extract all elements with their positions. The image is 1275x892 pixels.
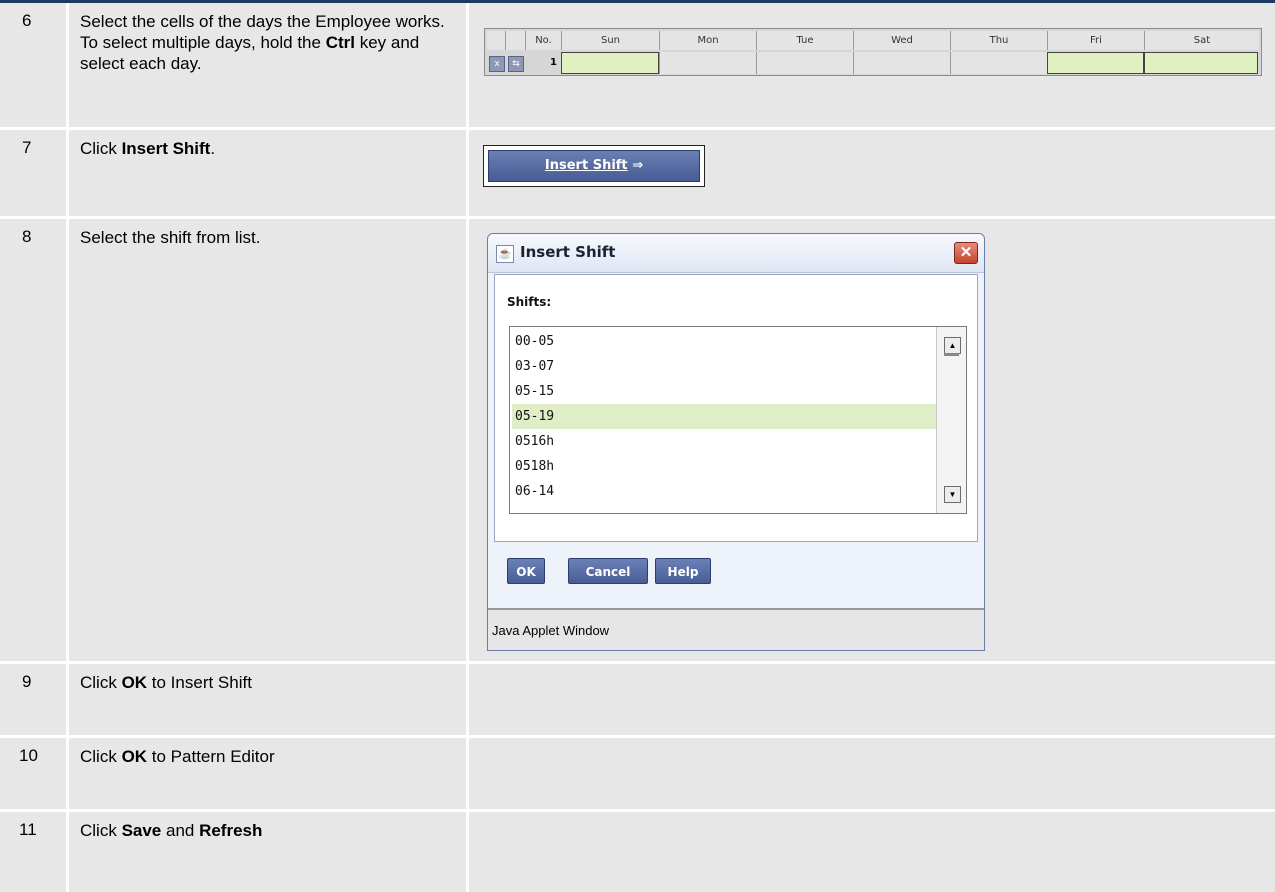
pattern-grid: No. Sun Mon Tue Wed Thu Fri Sat x ⇆ 1 bbox=[484, 28, 1262, 76]
list-item-selected[interactable]: 05-19 bbox=[512, 404, 938, 429]
step-number: 6 bbox=[22, 11, 32, 30]
list-item[interactable]: 05-15 bbox=[512, 379, 938, 404]
column-divider bbox=[66, 219, 69, 661]
row-number: 1 bbox=[550, 57, 557, 68]
scroll-thumb[interactable] bbox=[944, 353, 959, 356]
grid-header-blank bbox=[487, 31, 505, 50]
step-number: 11 bbox=[19, 820, 37, 839]
list-item[interactable]: 00-05 bbox=[512, 329, 938, 354]
dialog-titlebar: ☕ Insert Shift ✕ bbox=[488, 234, 984, 273]
scroll-down-icon[interactable]: ▼ bbox=[944, 486, 961, 503]
column-divider bbox=[66, 664, 69, 735]
grid-header-tue: Tue bbox=[756, 31, 853, 50]
day-cell-wed[interactable] bbox=[853, 52, 950, 74]
day-cell-mon[interactable] bbox=[659, 52, 756, 74]
list-item[interactable]: 06-14 bbox=[512, 479, 938, 504]
step-row-10: 10 Click OK to Pattern Editor bbox=[0, 735, 1275, 809]
day-cell-thu[interactable] bbox=[950, 52, 1047, 74]
grid-header-blank bbox=[505, 31, 525, 50]
column-divider bbox=[466, 664, 469, 735]
java-icon: ☕ bbox=[496, 245, 514, 263]
grid-header-sat: Sat bbox=[1144, 31, 1259, 50]
step-number: 7 bbox=[22, 138, 32, 157]
column-divider bbox=[466, 738, 469, 809]
grid-header-no: No. bbox=[525, 31, 561, 50]
dialog-button-bar: OK Cancel Help bbox=[494, 552, 978, 592]
shifts-label: Shifts: bbox=[507, 295, 552, 309]
column-divider bbox=[66, 738, 69, 809]
day-cell-fri[interactable] bbox=[1047, 52, 1144, 74]
step-row-6: 6 Select the cells of the days the Emplo… bbox=[0, 3, 1275, 127]
day-cell-sat[interactable] bbox=[1144, 52, 1258, 74]
column-divider bbox=[466, 812, 469, 892]
step-instruction: Click Save and Refresh bbox=[80, 821, 263, 840]
shifts-listbox[interactable]: 00-05 03-07 05-15 05-19 0516h 0518h 06-1… bbox=[509, 326, 967, 514]
step-number: 10 bbox=[19, 746, 38, 765]
column-divider bbox=[66, 3, 69, 127]
grid-header-thu: Thu bbox=[950, 31, 1047, 50]
insert-shift-button-frame: Insert Shift ⇒ bbox=[483, 145, 705, 187]
list-scrollbar[interactable]: ▲ ▼ bbox=[936, 327, 966, 513]
list-item[interactable]: 0516h bbox=[512, 429, 938, 454]
move-row-button[interactable]: ⇆ bbox=[508, 56, 524, 72]
list-item[interactable]: 03-07 bbox=[512, 354, 938, 379]
applet-status-bar: Java Applet Window bbox=[488, 608, 984, 650]
grid-header-wed: Wed bbox=[853, 31, 950, 50]
column-divider bbox=[466, 219, 469, 661]
step-instruction: Click OK to Pattern Editor bbox=[80, 747, 275, 766]
close-icon[interactable]: ✕ bbox=[954, 242, 978, 264]
delete-row-button[interactable]: x bbox=[489, 56, 505, 72]
insert-shift-button[interactable]: Insert Shift ⇒ bbox=[488, 150, 700, 182]
step-instruction: Select the shift from list. bbox=[80, 228, 261, 247]
dialog-body: Shifts: 00-05 03-07 05-15 05-19 0516h 05… bbox=[494, 274, 978, 542]
step-number: 8 bbox=[22, 227, 32, 246]
step-instruction: Click Insert Shift. bbox=[80, 139, 216, 158]
step-number: 9 bbox=[22, 672, 32, 691]
grid-header-fri: Fri bbox=[1047, 31, 1144, 50]
ok-button[interactable]: OK bbox=[507, 558, 545, 584]
scroll-up-icon[interactable]: ▲ bbox=[944, 337, 961, 354]
day-cell-sun[interactable] bbox=[561, 52, 659, 74]
dialog-title: Insert Shift bbox=[520, 243, 616, 261]
step-instruction: Select the cells of the days the Employe… bbox=[80, 12, 445, 73]
column-divider bbox=[66, 812, 69, 892]
column-divider bbox=[466, 3, 469, 127]
step-instruction: Click OK to Insert Shift bbox=[80, 673, 252, 692]
insert-shift-dialog: ☕ Insert Shift ✕ Shifts: 00-05 03-07 05-… bbox=[487, 233, 985, 651]
column-divider bbox=[66, 130, 69, 216]
grid-header-sun: Sun bbox=[561, 31, 659, 50]
grid-header-mon: Mon bbox=[659, 31, 756, 50]
help-button[interactable]: Help bbox=[655, 558, 711, 584]
cancel-button[interactable]: Cancel bbox=[568, 558, 648, 584]
column-divider bbox=[466, 130, 469, 216]
day-cell-tue[interactable] bbox=[756, 52, 853, 74]
list-item[interactable]: 0518h bbox=[512, 454, 938, 479]
step-row-11: 11 Click Save and Refresh bbox=[0, 809, 1275, 892]
step-row-9: 9 Click OK to Insert Shift bbox=[0, 661, 1275, 735]
